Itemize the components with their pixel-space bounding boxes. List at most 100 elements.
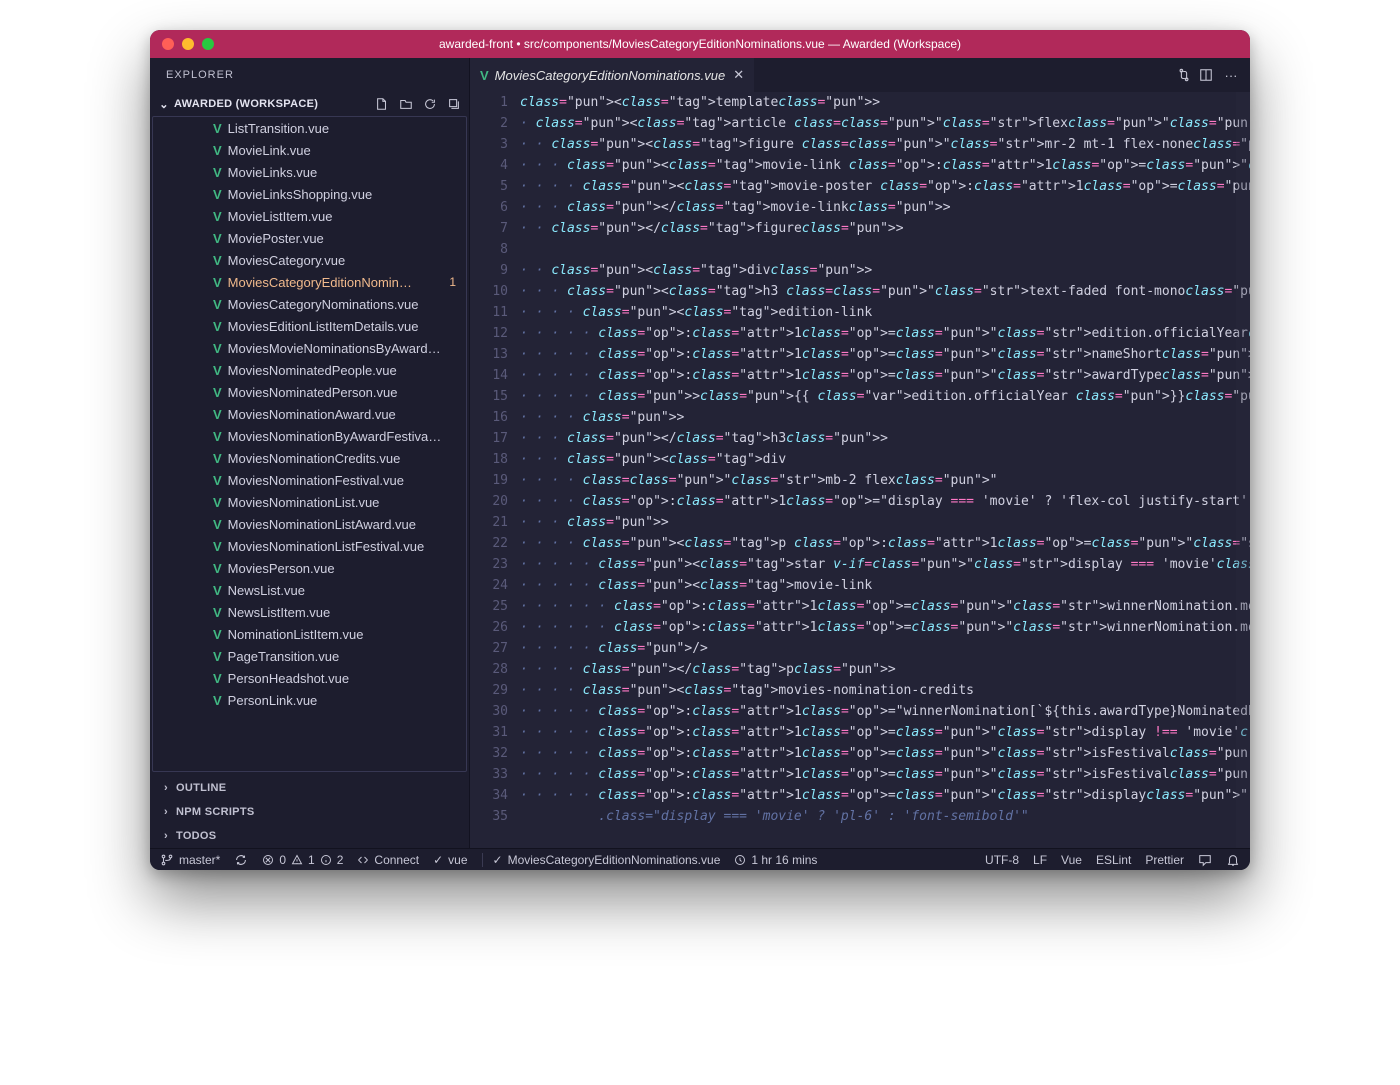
close-window-button[interactable] xyxy=(162,38,174,50)
file-row[interactable]: VMoviesNominationListAward.vue xyxy=(153,513,466,535)
file-row[interactable]: VNewsListItem.vue xyxy=(153,601,466,623)
file-row[interactable]: VMoviesMovieNominationsByAward… xyxy=(153,337,466,359)
file-row[interactable]: V MoviesNominationListFestival.vue xyxy=(153,535,466,557)
file-row[interactable]: VMoviesCategoryEditionNomin…1 xyxy=(153,271,466,293)
file-row[interactable]: VMoviesNominatedPeople.vue xyxy=(153,359,466,381)
vue-file-icon: V xyxy=(213,693,220,708)
file-row[interactable]: VMoviesPerson.vue xyxy=(153,557,466,579)
connect-label: Connect xyxy=(374,853,419,867)
new-file-icon[interactable] xyxy=(375,97,389,111)
vue-file-icon: V xyxy=(213,473,220,488)
sidebar-panel-npm-scripts[interactable]: ›NPM SCRIPTS xyxy=(150,800,469,824)
file-name: MoviesEditionListItemDetails.vue xyxy=(228,319,419,334)
remote-connect-status[interactable]: Connect xyxy=(357,853,419,867)
git-branch-status[interactable]: master* xyxy=(160,853,220,867)
file-name: PersonLink.vue xyxy=(228,693,318,708)
vue-file-icon: V xyxy=(213,407,220,422)
info-count: 2 xyxy=(337,853,344,867)
vue-file-icon: V xyxy=(213,275,220,290)
prettier-status[interactable]: Prettier xyxy=(1145,853,1184,867)
file-name: PageTransition.vue xyxy=(228,649,340,664)
check-status-1[interactable]: ✓ vue xyxy=(433,853,467,867)
vue-file-icon: V xyxy=(213,605,220,620)
file-row[interactable]: VListTransition.vue xyxy=(153,117,466,139)
refresh-icon[interactable] xyxy=(423,97,437,111)
close-tab-icon[interactable]: ✕ xyxy=(733,67,744,83)
vue-file-icon: V xyxy=(213,143,220,158)
file-name: MoviesNominationList.vue xyxy=(228,495,380,510)
tab-label: MoviesCategoryEditionNominations.vue xyxy=(495,68,726,83)
file-row[interactable]: V PersonLink.vue xyxy=(153,689,466,711)
vue-file-icon: V xyxy=(213,539,220,554)
file-row[interactable]: VMovieLinks.vue xyxy=(153,161,466,183)
file-name: MoviePoster.vue xyxy=(228,231,324,246)
compare-changes-icon[interactable] xyxy=(1176,68,1198,82)
sync-status[interactable] xyxy=(234,853,248,867)
new-folder-icon[interactable] xyxy=(399,97,413,111)
file-name: ListTransition.vue xyxy=(228,121,329,136)
vue-file-icon: V xyxy=(213,187,220,202)
split-editor-icon[interactable] xyxy=(1198,68,1220,82)
maximize-window-button[interactable] xyxy=(202,38,214,50)
file-row[interactable]: VNominationListItem.vue xyxy=(153,623,466,645)
file-name: NewsList.vue xyxy=(228,583,305,598)
language-mode-status[interactable]: Vue xyxy=(1061,853,1082,867)
minimap[interactable] xyxy=(1236,92,1250,848)
eslint-status[interactable]: ESLint xyxy=(1096,853,1131,867)
file-name: MoviesNominationFestival.vue xyxy=(228,473,404,488)
file-row[interactable]: VMoviesNominatedPerson.vue xyxy=(153,381,466,403)
file-row[interactable]: VMoviesNominationByAwardFestiva… xyxy=(153,425,466,447)
tab-active[interactable]: V MoviesCategoryEditionNominations.vue ✕ xyxy=(470,58,754,92)
file-row[interactable]: V MovieLinksShopping.vue xyxy=(153,183,466,205)
file-row[interactable]: VMoviesCategory.vue xyxy=(153,249,466,271)
window-title: awarded-front • src/components/MoviesCat… xyxy=(150,30,1250,58)
code-view[interactable]: class="pun"><class="tag">templateclass="… xyxy=(520,92,1250,848)
chevron-right-icon: › xyxy=(158,782,174,794)
tab-bar: V MoviesCategoryEditionNominations.vue ✕… xyxy=(470,58,1250,92)
editor[interactable]: 1 2 3 4 5 6 7 8 9 10 11 12 13 14 15 16 1… xyxy=(470,92,1250,848)
more-actions-icon[interactable]: ··· xyxy=(1220,68,1242,83)
vue-file-icon: V xyxy=(480,68,487,83)
sidebar-panel-todos[interactable]: ›TODOS xyxy=(150,824,469,848)
check-status-2[interactable]: ✓ MoviesCategoryEditionNominations.vue xyxy=(482,853,721,867)
file-row[interactable]: VMovieLink.vue xyxy=(153,139,466,161)
vue-file-icon: V xyxy=(213,319,220,334)
sidebar-panel-outline[interactable]: ›OUTLINE xyxy=(150,776,469,800)
file-row[interactable]: VMoviesNominationList.vue xyxy=(153,491,466,513)
file-name: MovieLinksShopping.vue xyxy=(228,187,373,202)
file-row[interactable]: V PersonHeadshot.vue xyxy=(153,667,466,689)
panel-label: OUTLINE xyxy=(176,782,226,794)
vscode-window: awarded-front • src/components/MoviesCat… xyxy=(150,30,1250,870)
vue-file-icon: V xyxy=(213,671,220,686)
file-name: MoviesNominationListFestival.vue xyxy=(228,539,425,554)
file-row[interactable]: V MoviesEditionListItemDetails.vue xyxy=(153,315,466,337)
file-row[interactable]: VMoviesNominationCredits.vue xyxy=(153,447,466,469)
file-row[interactable]: VNewsList.vue xyxy=(153,579,466,601)
minimize-window-button[interactable] xyxy=(182,38,194,50)
vue-file-icon: V xyxy=(213,297,220,312)
main-row: EXPLORER ⌄ AWARDED (WORKSPACE) xyxy=(150,58,1250,848)
file-row[interactable]: VMoviePoster.vue xyxy=(153,227,466,249)
window-controls xyxy=(150,38,214,50)
collapse-all-icon[interactable] xyxy=(447,97,461,111)
encoding-status[interactable]: UTF-8 xyxy=(985,853,1019,867)
editor-area: V MoviesCategoryEditionNominations.vue ✕… xyxy=(470,58,1250,848)
file-name: PersonHeadshot.vue xyxy=(228,671,349,686)
explorer-sidebar: EXPLORER ⌄ AWARDED (WORKSPACE) xyxy=(150,58,470,848)
panel-label: TODOS xyxy=(176,830,216,842)
waka-time-status[interactable]: 1 hr 16 mins xyxy=(734,853,817,867)
file-row[interactable]: VPageTransition.vue xyxy=(153,645,466,667)
eol-status[interactable]: LF xyxy=(1033,853,1047,867)
file-row[interactable]: VMoviesNominationAward.vue xyxy=(153,403,466,425)
problems-status[interactable]: 0 1 2 xyxy=(262,853,343,867)
file-row[interactable]: V MoviesNominationFestival.vue xyxy=(153,469,466,491)
line-number-gutter: 1 2 3 4 5 6 7 8 9 10 11 12 13 14 15 16 1… xyxy=(470,92,520,848)
notifications-icon[interactable] xyxy=(1226,853,1240,867)
file-row[interactable]: VMovieListItem.vue xyxy=(153,205,466,227)
file-row[interactable]: VMoviesCategoryNominations.vue xyxy=(153,293,466,315)
workspace-header[interactable]: ⌄ AWARDED (WORKSPACE) xyxy=(150,92,469,116)
file-name: MovieListItem.vue xyxy=(228,209,333,224)
titlebar: awarded-front • src/components/MoviesCat… xyxy=(150,30,1250,58)
feedback-icon[interactable] xyxy=(1198,853,1212,867)
file-name: MoviesNominatedPeople.vue xyxy=(228,363,397,378)
